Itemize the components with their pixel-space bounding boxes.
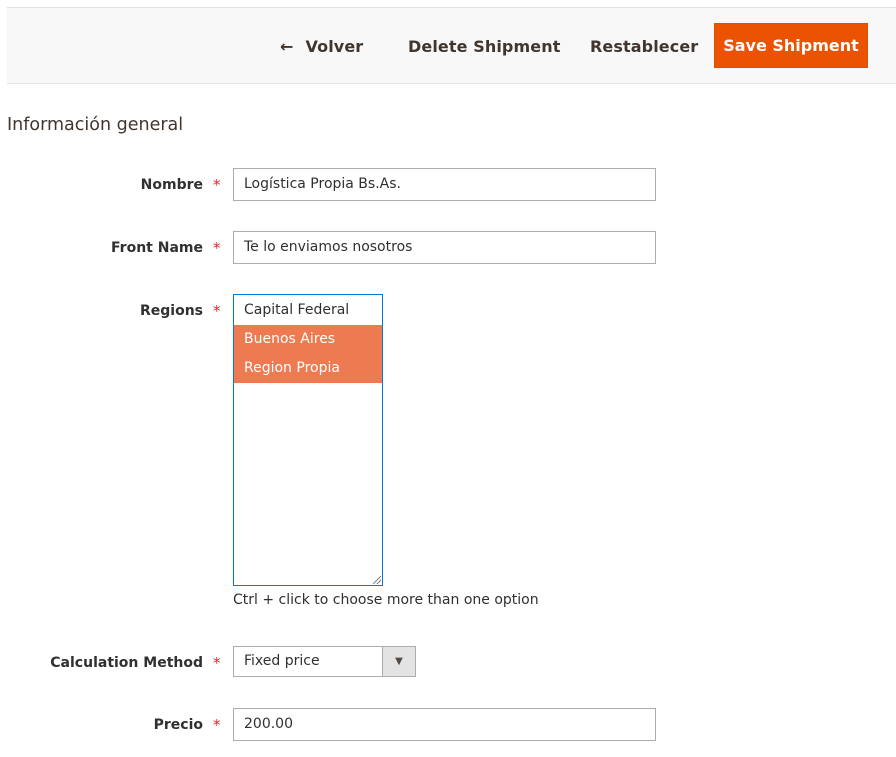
chevron-down-icon[interactable]: ▼	[382, 647, 415, 676]
region-option-region-propia[interactable]: Region Propia	[234, 354, 382, 383]
section-title: Información general	[7, 115, 184, 135]
back-button[interactable]: ← Volver	[280, 37, 363, 56]
resize-handle-icon[interactable]	[373, 576, 381, 584]
calculation-method-select[interactable]: Fixed price ▼	[233, 646, 416, 677]
required-mark: *	[213, 239, 221, 257]
regions-note: Ctrl + click to choose more than one opt…	[233, 592, 539, 608]
nombre-label: Nombre	[140, 177, 203, 193]
required-mark: *	[213, 716, 221, 734]
precio-label: Precio	[153, 717, 203, 733]
back-button-label: Volver	[305, 37, 364, 56]
region-option-buenos-aires[interactable]: Buenos Aires	[234, 325, 382, 354]
required-mark: *	[213, 654, 221, 672]
required-mark: *	[213, 176, 221, 194]
save-shipment-button[interactable]: Save Shipment	[714, 23, 868, 68]
regions-multiselect[interactable]: Capital Federal Buenos Aires Region Prop…	[233, 294, 383, 586]
nombre-input[interactable]: Logística Propia Bs.As.	[233, 168, 656, 201]
page-actions-bar: ← Volver Delete Shipment Restablecer Save…	[7, 7, 896, 84]
calculation-method-value: Fixed price	[244, 653, 320, 669]
arrow-left-icon: ←	[280, 37, 294, 56]
regions-label: Regions	[139, 303, 203, 319]
region-option-capital-federal[interactable]: Capital Federal	[234, 296, 382, 325]
front-name-label: Front Name	[111, 240, 203, 256]
required-mark: *	[213, 302, 221, 320]
precio-input[interactable]: 200.00	[233, 708, 656, 741]
delete-shipment-button[interactable]: Delete Shipment	[408, 37, 560, 56]
front-name-input[interactable]: Te lo enviamos nosotros	[233, 231, 656, 264]
reset-button[interactable]: Restablecer	[590, 37, 698, 56]
calculation-method-label: Calculation Method	[50, 655, 203, 671]
